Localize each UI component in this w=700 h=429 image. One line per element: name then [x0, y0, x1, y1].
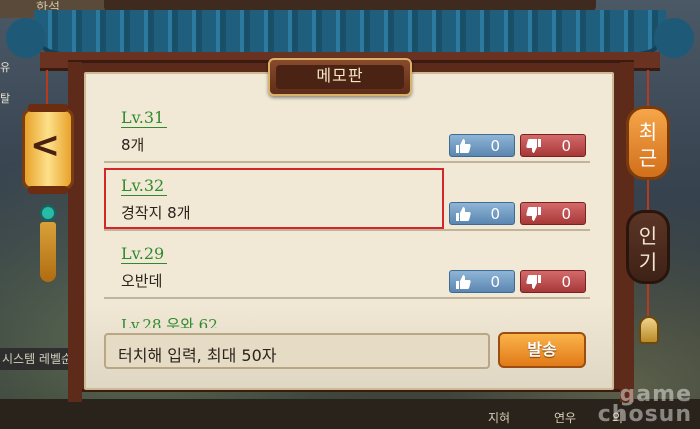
memo-level[interactable]: Lv.31 — [121, 108, 168, 128]
row-divider — [104, 297, 590, 299]
dislike-button[interactable]: 0 — [520, 134, 586, 157]
like-button[interactable]: 0 — [449, 202, 515, 225]
memo-input-placeholder: 터치해 입력, 최대 50자 — [118, 346, 277, 365]
tab-recent[interactable]: 최 근 — [626, 106, 670, 180]
row-divider — [104, 229, 590, 231]
memo-text: 8개 — [121, 136, 145, 154]
memo-row-selected: Lv.32 경작지 8개 0 0 — [104, 164, 590, 231]
memo-level[interactable]: Lv.32 — [121, 176, 168, 196]
memo-level-partial[interactable]: Lv.28 우와 62 — [121, 314, 218, 328]
like-button[interactable]: 0 — [449, 270, 515, 293]
page-title: 메모판 — [276, 65, 404, 89]
bell-ornament — [639, 316, 659, 344]
tab-popular[interactable]: 인 기 — [626, 210, 670, 284]
dislike-button[interactable]: 0 — [520, 270, 586, 293]
tab-popular-label: 인 — [638, 224, 658, 248]
dislike-count: 0 — [561, 137, 571, 155]
thumbs-down-icon — [526, 207, 541, 221]
thumbs-down-icon — [526, 139, 541, 153]
memo-level[interactable]: Lv.29 — [121, 244, 168, 264]
memo-text: 오반데 — [121, 272, 163, 290]
like-button[interactable]: 0 — [449, 134, 515, 157]
tab-recent-label: 근 — [638, 146, 658, 170]
back-chevron-icon[interactable]: < — [30, 126, 60, 166]
thumbs-up-icon — [456, 207, 471, 221]
memo-row-partial: Lv.28 우와 62 — [104, 300, 590, 328]
watermark-line: chosun — [597, 402, 692, 427]
tab-recent-label: 최 — [638, 120, 658, 144]
tab-popular-label: 기 — [638, 250, 658, 274]
memo-text: 경작지 8개 — [121, 204, 191, 222]
bottom-bar-label: 지혀 — [488, 411, 511, 425]
lantern-bead — [40, 205, 56, 221]
lantern-cap — [28, 186, 68, 194]
memo-input[interactable]: 터치해 입력, 최대 50자 — [104, 333, 490, 369]
like-count: 0 — [490, 273, 500, 291]
thumbs-down-icon — [526, 275, 541, 289]
bottom-map-bar: 지혀 연우 의 — [0, 399, 700, 429]
row-divider — [104, 161, 590, 163]
watermark: game chosun — [597, 384, 692, 427]
system-level-sort-label[interactable]: 시스템 레벨순 — [0, 348, 75, 370]
like-count: 0 — [490, 205, 500, 223]
thumbs-up-icon — [456, 275, 471, 289]
lantern-tassel — [40, 222, 56, 282]
dislike-count: 0 — [561, 205, 571, 223]
like-count: 0 — [490, 137, 500, 155]
lantern-cap — [28, 104, 68, 112]
dislike-count: 0 — [561, 273, 571, 291]
roof-tiles — [34, 10, 666, 58]
memo-row: Lv.31 8개 0 0 — [104, 96, 590, 163]
dislike-button[interactable]: 0 — [520, 202, 586, 225]
roof-edge-right — [654, 18, 694, 58]
memo-row: Lv.29 오반데 0 0 — [104, 232, 590, 299]
map-side-label: 탈 — [0, 92, 11, 105]
thumbs-up-icon — [456, 139, 471, 153]
bottom-bar-label: 연우 — [554, 411, 577, 425]
title-plate: 메모판 — [268, 58, 412, 96]
send-button[interactable]: 발송 — [498, 332, 586, 368]
